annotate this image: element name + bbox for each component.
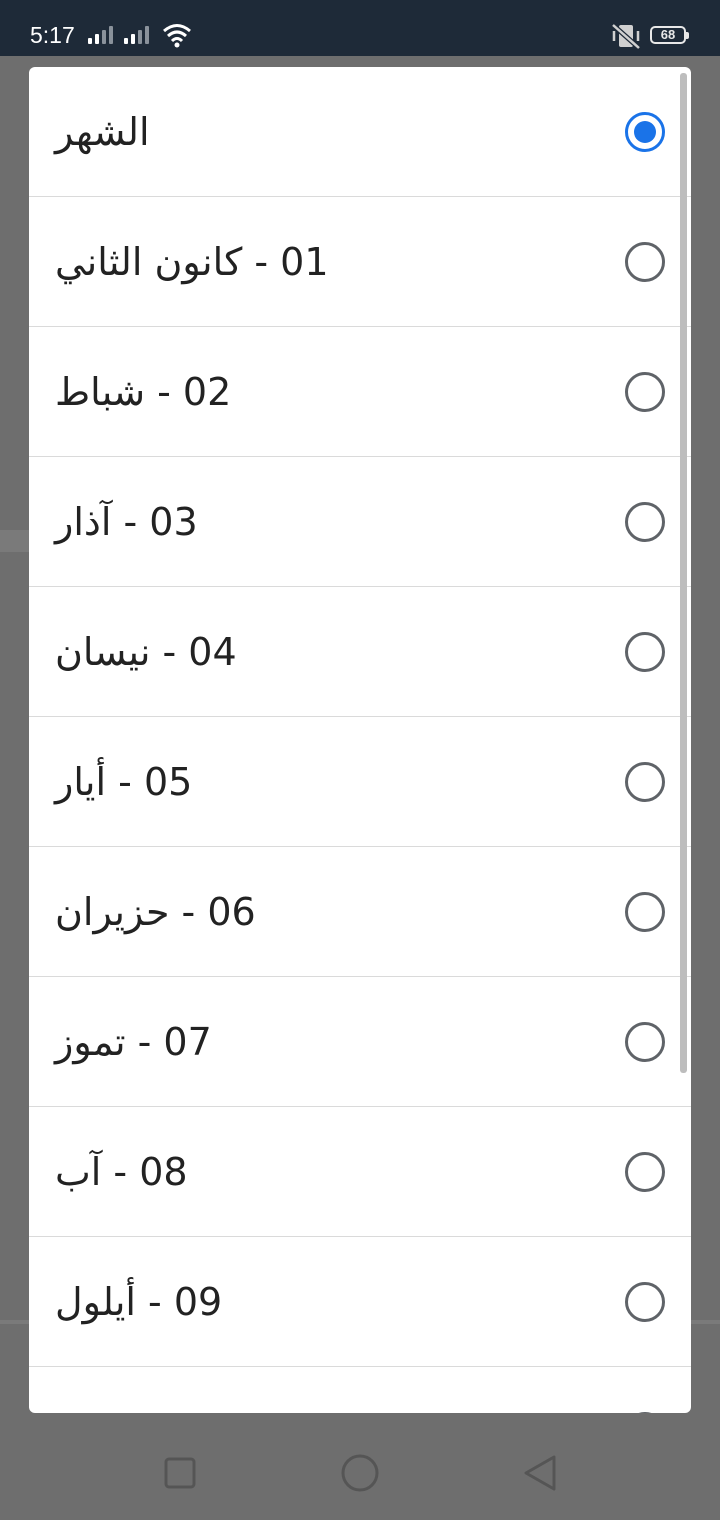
- signal-icon: [124, 24, 152, 44]
- radio-unchecked-icon[interactable]: [625, 1282, 665, 1322]
- radio-unchecked-icon[interactable]: [625, 242, 665, 282]
- list-item[interactable]: 07 - تموز: [29, 977, 691, 1107]
- radio-unchecked-icon[interactable]: [625, 632, 665, 672]
- radio-unchecked-icon[interactable]: [625, 502, 665, 542]
- list-item[interactable]: 08 - آب: [29, 1107, 691, 1237]
- list-item-label: 05 - أيار: [55, 760, 193, 804]
- list-item-label: الشهر: [55, 110, 150, 154]
- month-picker-dialog: الشهر 01 - كانون الثاني 02 - شباط 03 - آذار…: [29, 67, 691, 1413]
- scrollbar[interactable]: [680, 73, 687, 1073]
- home-circle-icon[interactable]: [338, 1451, 382, 1495]
- list-item-label: 09 - أيلول: [55, 1280, 223, 1324]
- radio-unchecked-icon[interactable]: [625, 1152, 665, 1192]
- list-item[interactable]: الشهر: [29, 67, 691, 197]
- vibrate-off-icon: [611, 23, 641, 50]
- list-item[interactable]: 03 - آذار: [29, 457, 691, 587]
- background-divider: [0, 530, 29, 552]
- recents-square-icon[interactable]: [160, 1453, 200, 1493]
- battery-icon: 68: [650, 26, 689, 44]
- radio-unchecked-icon[interactable]: [625, 1022, 665, 1062]
- list-item[interactable]: 04 - نيسان: [29, 587, 691, 717]
- wifi-icon: [163, 24, 191, 48]
- list-item-label: 04 - نيسان: [55, 630, 237, 674]
- list-item[interactable]: 02 - شباط: [29, 327, 691, 457]
- list-item-label: 02 - شباط: [55, 370, 232, 414]
- list-item-partial: [29, 1367, 691, 1413]
- radio-checked-icon[interactable]: [625, 112, 665, 152]
- list-item-label: 01 - كانون الثاني: [55, 240, 329, 284]
- list-item-label: 08 - آب: [55, 1150, 188, 1194]
- list-item[interactable]: 09 - أيلول: [29, 1237, 691, 1367]
- status-bar: 5:17 68: [0, 0, 720, 56]
- radio-icon: [625, 1412, 665, 1413]
- list-item-label: 03 - آذار: [55, 500, 198, 544]
- radio-unchecked-icon[interactable]: [625, 762, 665, 802]
- radio-unchecked-icon[interactable]: [625, 892, 665, 932]
- signal-icon: [88, 24, 116, 44]
- radio-unchecked-icon[interactable]: [625, 372, 665, 412]
- list-item[interactable]: 05 - أيار: [29, 717, 691, 847]
- navigation-bar: [0, 1425, 720, 1520]
- list-item[interactable]: 06 - حزيران: [29, 847, 691, 977]
- list-item-label: 07 - تموز: [55, 1020, 212, 1064]
- back-triangle-icon[interactable]: [520, 1451, 560, 1495]
- status-time: 5:17: [30, 22, 75, 48]
- list-item-label: 06 - حزيران: [55, 890, 256, 934]
- list-item[interactable]: 01 - كانون الثاني: [29, 197, 691, 327]
